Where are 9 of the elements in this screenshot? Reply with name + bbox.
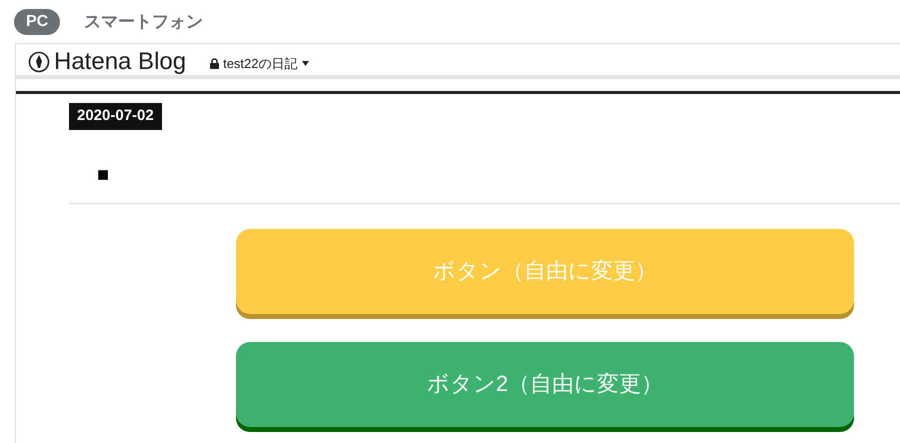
blog-selector[interactable]: test22の日記 [210,54,309,75]
caret-icon [302,60,309,66]
entry-date[interactable]: 2020-07-02 [69,103,162,130]
logo[interactable]: Hatena Blog [28,50,186,75]
view-tab[interactable]: スマートフォン [84,8,204,34]
action-button[interactable]: ボタン2（自由に変更） [236,342,854,432]
view-tab[interactable]: PC [14,8,60,34]
heading-mark: ■ [97,164,110,186]
pen-nib-icon [28,51,50,73]
